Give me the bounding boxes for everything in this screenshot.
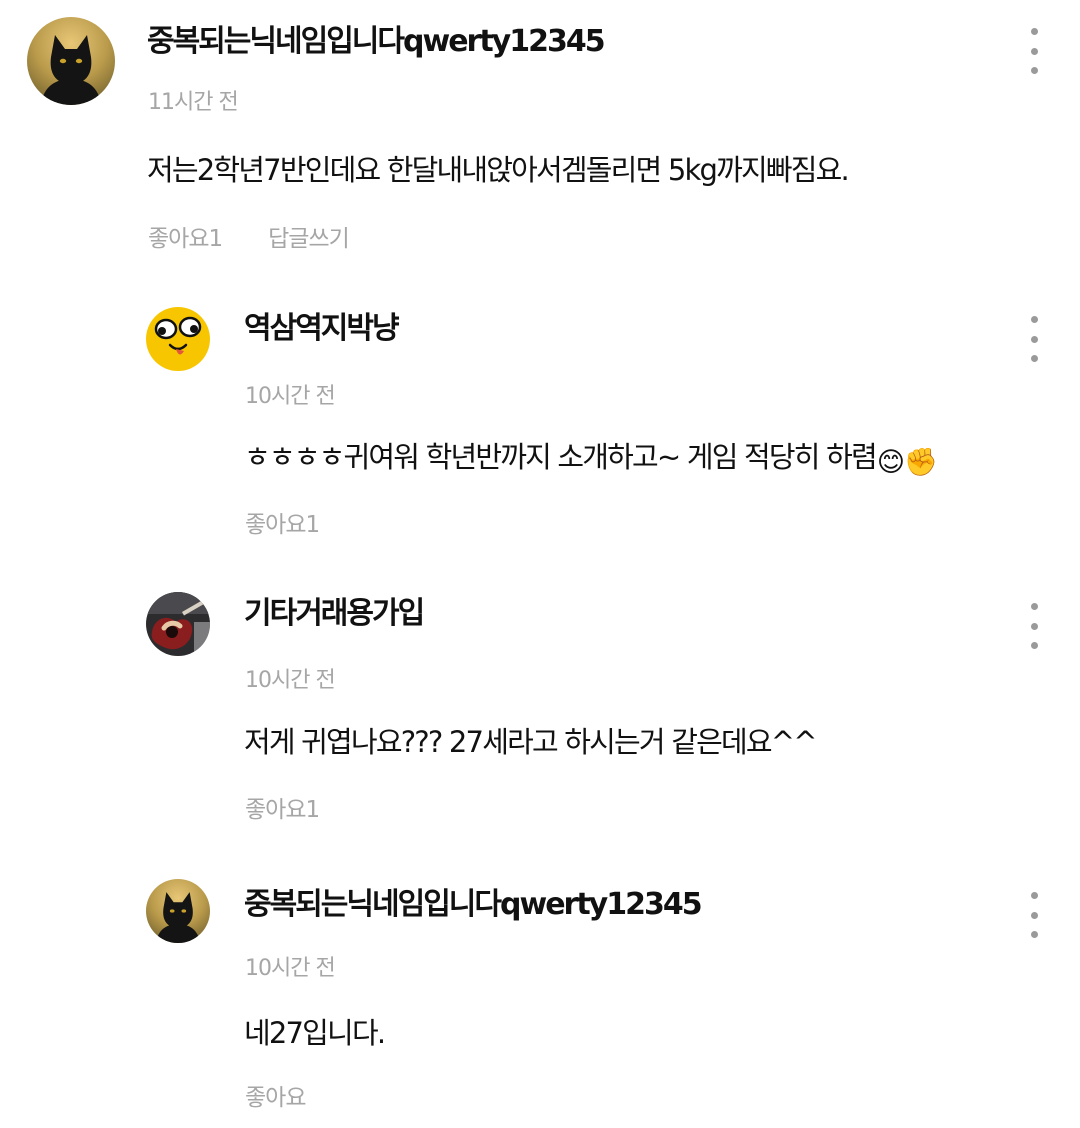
like-button[interactable]: 좋아요 <box>245 1087 306 1110</box>
yellow-face-avatar[interactable] <box>146 307 210 371</box>
guitar-avatar[interactable] <box>146 592 210 656</box>
comment-text: ㅎㅎㅎㅎ귀여워 학년반까지 소개하고~ 게임 적당히 하렴😊✊ <box>244 440 938 478</box>
like-button[interactable]: 좋아요1 <box>148 228 223 251</box>
comment-text: 저게 귀엽나요??? 27세라고 하시는거 같은데요^^ <box>244 725 818 759</box>
raised-fist-emoji: ✊ <box>904 447 938 478</box>
more-vertical-icon[interactable] <box>1024 603 1044 649</box>
comment-item: 중복되는닉네임입니다qwerty12345 11시간 전 저는2학년7반인데요 … <box>0 0 1080 280</box>
reply-button[interactable]: 답글쓰기 <box>268 228 350 251</box>
comment-actions: 좋아요 <box>245 1087 306 1110</box>
reply-item: 역삼역지박냥 10시간 전 ㅎㅎㅎㅎ귀여워 학년반까지 소개하고~ 게임 적당히… <box>0 290 1080 560</box>
reply-item: 중복되는닉네임입니다qwerty12345 10시간 전 네27입니다. 좋아요 <box>0 862 1080 1128</box>
comment-author[interactable]: 역삼역지박냥 <box>244 314 400 344</box>
comment-text: 네27입니다. <box>244 1016 386 1050</box>
comment-time: 10시간 전 <box>245 956 336 981</box>
comment-time: 10시간 전 <box>245 384 336 409</box>
comment-text: 저는2학년7반인데요 한달내내앉아서겜돌리면 5kg까지빠짐요. <box>147 153 850 187</box>
more-vertical-icon[interactable] <box>1024 28 1044 74</box>
comment-author[interactable]: 기타거래용가입 <box>244 599 425 629</box>
black-cat-avatar[interactable] <box>146 879 210 943</box>
comment-text-body: ㅎㅎㅎㅎ귀여워 학년반까지 소개하고~ 게임 적당히 하렴 <box>244 440 878 474</box>
more-vertical-icon[interactable] <box>1024 892 1044 938</box>
reply-item: 기타거래용가입 10시간 전 저게 귀엽나요??? 27세라고 하시는거 같은데… <box>0 575 1080 855</box>
comment-time: 11시간 전 <box>148 90 239 115</box>
comment-author[interactable]: 중복되는닉네임입니다qwerty12345 <box>244 890 703 920</box>
comment-actions: 좋아요1 <box>245 799 320 822</box>
comment-time: 10시간 전 <box>245 668 336 693</box>
black-cat-avatar[interactable] <box>27 17 115 105</box>
comment-actions: 좋아요1 답글쓰기 <box>148 228 350 251</box>
more-vertical-icon[interactable] <box>1024 316 1044 362</box>
like-button[interactable]: 좋아요1 <box>245 799 320 822</box>
comment-actions: 좋아요1 <box>245 514 320 537</box>
like-button[interactable]: 좋아요1 <box>245 514 320 537</box>
smiling-face-emoji: 😊 <box>876 447 905 478</box>
comment-author[interactable]: 중복되는닉네임입니다qwerty12345 <box>147 27 606 57</box>
